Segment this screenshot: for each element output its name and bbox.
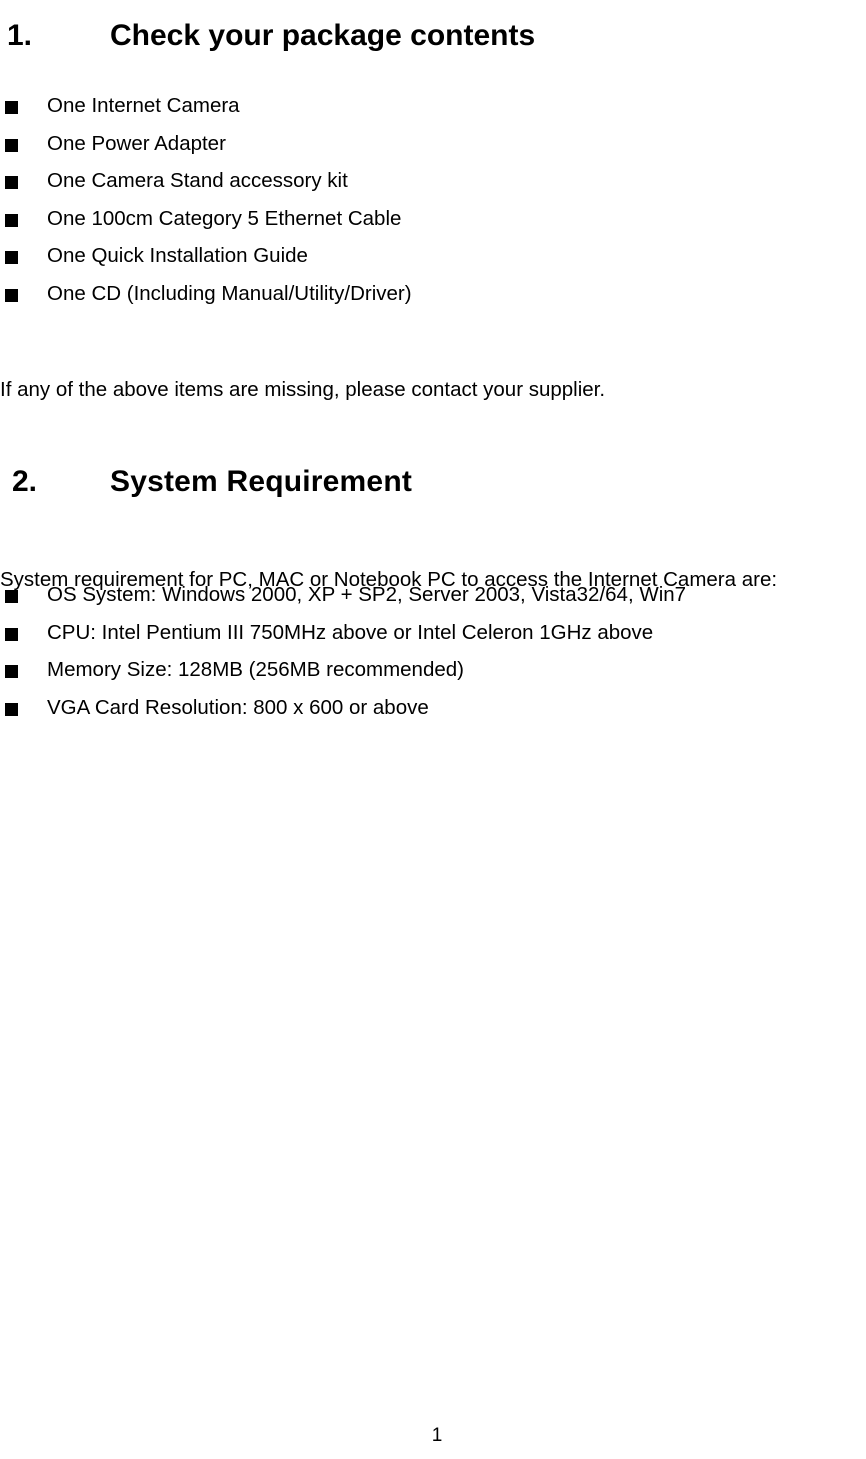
list-item-label: CPU: Intel Pentium III 750MHz above or I…: [47, 620, 654, 644]
list-item: One Power Adapter: [0, 125, 866, 163]
list-item: One Quick Installation Guide: [0, 237, 866, 275]
filled-square-bullet-icon: [5, 590, 18, 603]
package-contents-list: One Internet Camera One Power Adapter On…: [0, 87, 866, 312]
list-item: OS System: Windows 2000, XP + SP2, Serve…: [0, 576, 866, 614]
list-item-label: One CD (Including Manual/Utility/Driver): [47, 281, 412, 305]
list-item-label: One Power Adapter: [47, 131, 226, 155]
list-item: One 100cm Category 5 Ethernet Cable: [0, 200, 866, 238]
filled-square-bullet-icon: [5, 288, 18, 302]
section-heading-2: 2. System Requirement: [0, 464, 866, 500]
section-number-2: 2.: [12, 465, 38, 499]
page-number-value: 1: [431, 1425, 443, 1446]
list-item: One Camera Stand accessory kit: [0, 162, 866, 200]
document-page: 1. Check your package contents One Intern…: [0, 0, 866, 1459]
filled-square-bullet-icon: [5, 138, 18, 152]
system-requirement-list: OS System: Windows 2000, XP + SP2, Serve…: [0, 576, 866, 726]
page-number: 1: [0, 1424, 866, 1448]
list-item: One CD (Including Manual/Utility/Driver): [0, 275, 866, 313]
filled-square-bullet-icon: [5, 627, 18, 641]
list-item: One Internet Camera: [0, 87, 866, 125]
filled-square-bullet-icon: [5, 251, 18, 264]
list-item-label: One 100cm Category 5 Ethernet Cable: [47, 206, 402, 230]
list-item-label: One Internet Camera: [47, 94, 240, 117]
section-number-1: 1.: [7, 19, 33, 53]
filled-square-bullet-icon: [5, 702, 18, 716]
list-item-label: One Quick Installation Guide: [47, 244, 308, 267]
filled-square-bullet-icon: [5, 213, 18, 227]
filled-square-bullet-icon: [5, 176, 18, 189]
section-heading-1: 1. Check your package contents: [0, 18, 866, 54]
list-item-label: One Camera Stand accessory kit: [47, 169, 348, 192]
section-title-1: Check your package contents: [110, 19, 536, 53]
filled-square-bullet-icon: [5, 665, 18, 678]
list-item-label: Memory Size: 128MB (256MB recommended): [47, 658, 464, 681]
filled-square-bullet-icon: [5, 101, 18, 114]
list-item-label: VGA Card Resolution: 800 x 600 or above: [47, 695, 429, 719]
list-item: Memory Size: 128MB (256MB recommended): [0, 651, 866, 689]
missing-items-note: If any of the above items are missing, p…: [0, 377, 606, 401]
list-item-label: OS System: Windows 2000, XP + SP2, Serve…: [47, 583, 687, 606]
list-item: VGA Card Resolution: 800 x 600 or above: [0, 689, 866, 727]
list-item: CPU: Intel Pentium III 750MHz above or I…: [0, 614, 866, 652]
section-title-2: System Requirement: [110, 465, 413, 499]
